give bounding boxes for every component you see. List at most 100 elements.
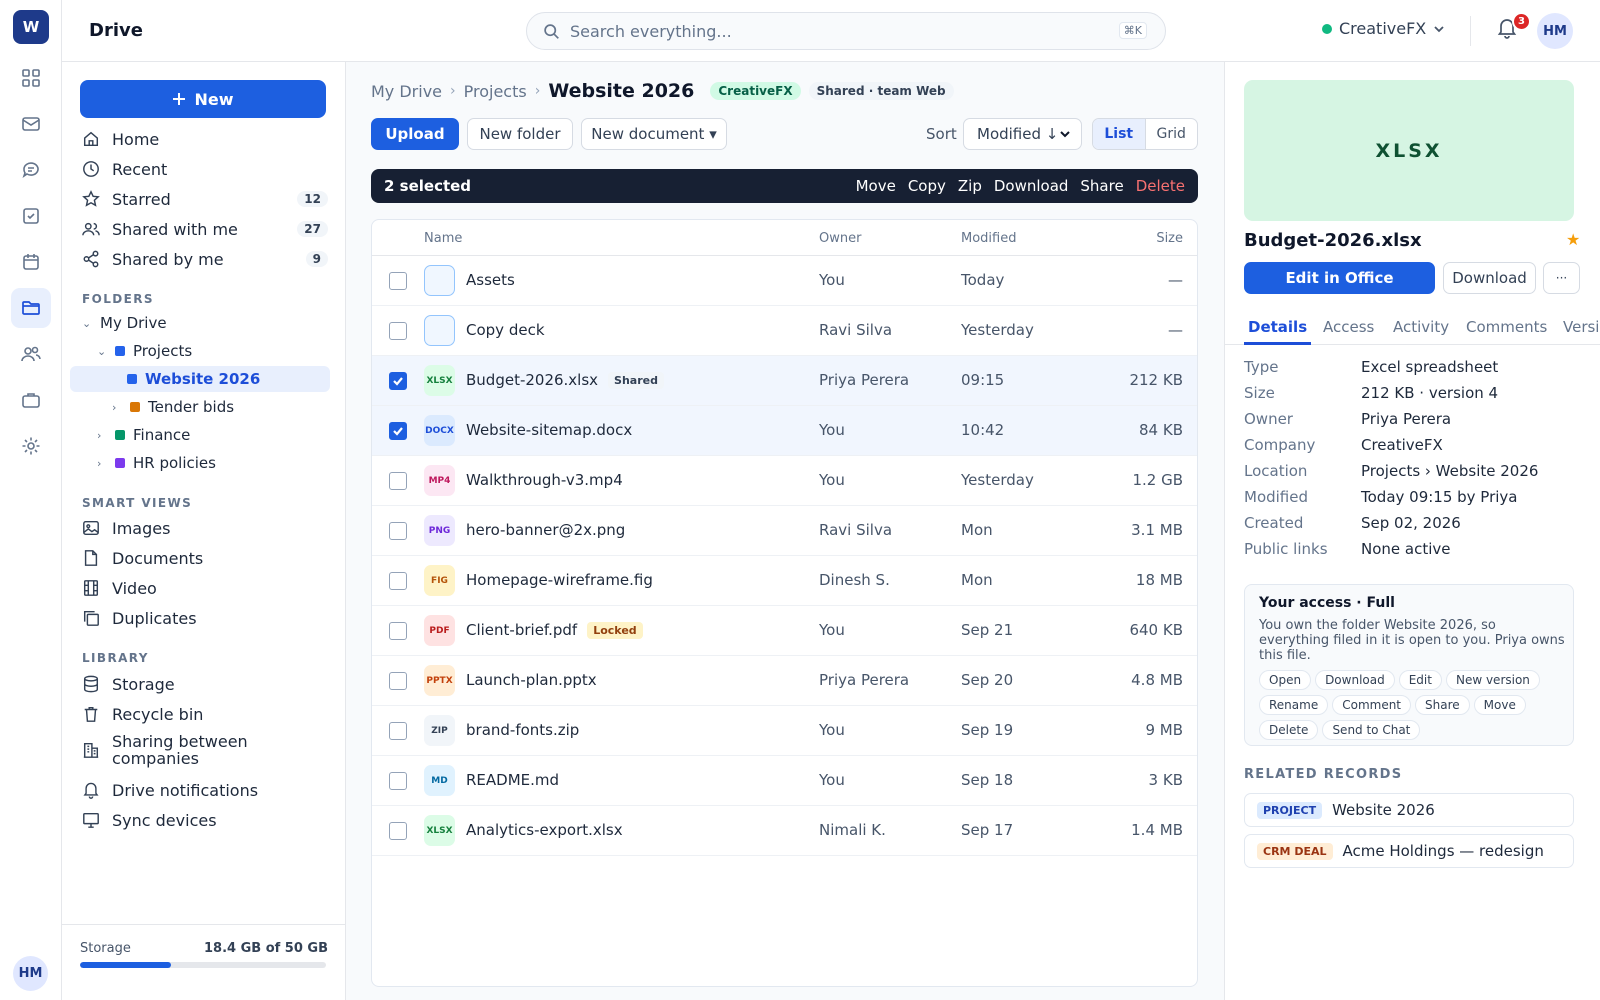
tree-hr-policies[interactable]: › HR policies (97, 450, 327, 476)
row-checkbox[interactable] (389, 822, 407, 840)
download-action[interactable]: Download (994, 177, 1069, 195)
company-switcher[interactable]: CreativeFX (1322, 19, 1445, 38)
row-checkbox[interactable] (389, 622, 407, 640)
tab-versions[interactable]: Versi (1563, 318, 1599, 336)
folder-icon[interactable] (11, 288, 51, 328)
tree-website-2026[interactable]: Website 2026 (70, 366, 330, 392)
view-list-button[interactable]: List (1093, 119, 1146, 149)
new-button[interactable]: New (80, 80, 326, 118)
tab-details[interactable]: Details (1248, 318, 1307, 336)
table-row[interactable]: Assets You Today — (372, 256, 1197, 306)
table-row[interactable]: XLSX Analytics-export.xlsx Nimali K. Sep 17… (372, 806, 1197, 856)
tab-activity[interactable]: Activity (1393, 318, 1449, 336)
settings-icon[interactable] (11, 426, 51, 466)
tasks-icon[interactable] (11, 196, 51, 236)
row-checkbox[interactable] (389, 772, 407, 790)
table-row[interactable]: Copy deck Ravi Silva Yesterday — (372, 306, 1197, 356)
file-name-cell[interactable]: Walkthrough-v3.mp4 (466, 471, 623, 489)
user-avatar[interactable]: HM (13, 956, 48, 991)
library-drive-notifications[interactable]: Drive notifications (80, 776, 328, 804)
table-row[interactable]: PNG hero-banner@2x.png Ravi Silva Mon 3.1 MB (372, 506, 1197, 556)
nav-starred[interactable]: Starred 12 (80, 185, 328, 213)
row-checkbox[interactable] (389, 672, 407, 690)
apps-icon[interactable] (11, 58, 51, 98)
smart-video[interactable]: Video (80, 574, 328, 602)
file-name-cell[interactable]: Homepage-wireframe.fig (466, 571, 653, 589)
search-input[interactable] (570, 21, 1090, 41)
nav-recent[interactable]: Recent (80, 155, 328, 183)
new-document-button[interactable]: New document ▾ (581, 118, 727, 150)
zip-action[interactable]: Zip (958, 177, 982, 195)
file-name-cell[interactable]: Client-brief.pdf Locked (466, 621, 643, 639)
permission-chip[interactable]: Share (1415, 695, 1470, 715)
move-action[interactable]: Move (856, 177, 896, 195)
row-checkbox[interactable] (389, 722, 407, 740)
copy-action[interactable]: Copy (908, 177, 946, 195)
permission-chip[interactable]: Move (1473, 695, 1526, 715)
share-action[interactable]: Share (1080, 177, 1123, 195)
permission-chip[interactable]: Comment (1332, 695, 1412, 715)
user-avatar[interactable]: HM (1537, 13, 1573, 49)
search-box[interactable]: ⌘K (526, 12, 1166, 50)
nav-home[interactable]: Home (80, 125, 328, 153)
chat-icon[interactable] (11, 150, 51, 190)
tree-tender-bids[interactable]: › Tender bids (112, 394, 327, 420)
table-row[interactable]: MP4 Walkthrough-v3.mp4 You Yesterday 1.2 GB (372, 456, 1197, 506)
table-row[interactable]: MD README.md You Sep 18 3 KB (372, 756, 1197, 806)
row-checkbox[interactable] (389, 572, 407, 590)
file-name-cell[interactable]: Assets (466, 271, 515, 289)
sort-select[interactable]: Modified ↓ (963, 118, 1082, 150)
table-row[interactable]: FIG Homepage-wireframe.fig Dinesh S. Mon 18 … (372, 556, 1197, 606)
smart-documents[interactable]: Documents (80, 544, 328, 572)
tree-finance[interactable]: › Finance (97, 422, 327, 448)
file-name-cell[interactable]: Website-sitemap.docx (466, 421, 632, 439)
permission-chip[interactable]: New version (1445, 670, 1540, 690)
breadcrumb-projects[interactable]: Projects (464, 82, 527, 101)
upload-button[interactable]: Upload (371, 118, 459, 150)
people-icon[interactable] (11, 334, 51, 374)
notifications-button[interactable]: 3 (1497, 12, 1531, 39)
tab-comments[interactable]: Comments (1466, 318, 1547, 336)
permission-chip[interactable]: Rename (1259, 695, 1329, 715)
file-name-cell[interactable]: Launch-plan.pptx (466, 671, 597, 689)
permission-chip[interactable]: Edit (1398, 670, 1442, 690)
related-crm-deal[interactable]: CRM DEAL Acme Holdings — redesign (1244, 834, 1574, 868)
nav-shared-by-me[interactable]: Shared by me 9 (80, 245, 328, 273)
view-grid-button[interactable]: Grid (1146, 119, 1198, 149)
star-icon[interactable]: ★ (1566, 230, 1580, 249)
row-checkbox[interactable] (389, 322, 407, 340)
file-name-cell[interactable]: README.md (466, 771, 559, 789)
smart-images[interactable]: Images (80, 514, 328, 542)
delete-action[interactable]: Delete (1136, 177, 1185, 195)
permission-chip[interactable]: Open (1259, 670, 1312, 690)
column-owner[interactable]: Owner (819, 231, 861, 246)
tab-access[interactable]: Access (1323, 318, 1374, 336)
column-modified[interactable]: Modified (961, 231, 1016, 246)
row-checkbox[interactable] (389, 372, 407, 390)
table-row[interactable]: PPTX Launch-plan.pptx Priya Perera Sep 20 4.… (372, 656, 1197, 706)
new-folder-button[interactable]: New folder (467, 118, 573, 150)
related-project[interactable]: PROJECT Website 2026 (1244, 793, 1574, 827)
tree-my-drive[interactable]: ⌄ My Drive (82, 310, 332, 336)
column-size[interactable]: Size (1156, 231, 1183, 246)
row-checkbox[interactable] (389, 272, 407, 290)
app-logo[interactable]: W (13, 10, 49, 44)
library-recycle-bin[interactable]: Recycle bin (80, 700, 328, 728)
mail-icon[interactable] (11, 104, 51, 144)
briefcase-icon[interactable] (11, 380, 51, 420)
library-storage[interactable]: Storage (80, 670, 328, 698)
more-options-button[interactable]: ··· (1543, 262, 1580, 294)
table-row[interactable]: DOCX Website-sitemap.docx You 10:42 84 KB (372, 406, 1197, 456)
file-name-cell[interactable]: Copy deck (466, 321, 545, 339)
table-row[interactable]: XLSX Budget-2026.xlsx Shared Priya Perera 09… (372, 356, 1197, 406)
row-checkbox[interactable] (389, 522, 407, 540)
calendar-icon[interactable] (11, 242, 51, 282)
file-name-cell[interactable]: Budget-2026.xlsx Shared (466, 371, 664, 389)
row-checkbox[interactable] (389, 472, 407, 490)
breadcrumb-my-drive[interactable]: My Drive (371, 82, 442, 101)
permission-chip[interactable]: Delete (1259, 720, 1319, 740)
permission-chip[interactable]: Send to Chat (1322, 720, 1421, 740)
tree-projects[interactable]: ⌄ Projects (97, 338, 327, 364)
library-sync-devices[interactable]: Sync devices (80, 806, 328, 834)
edit-in-office-button[interactable]: Edit in Office (1244, 262, 1435, 294)
